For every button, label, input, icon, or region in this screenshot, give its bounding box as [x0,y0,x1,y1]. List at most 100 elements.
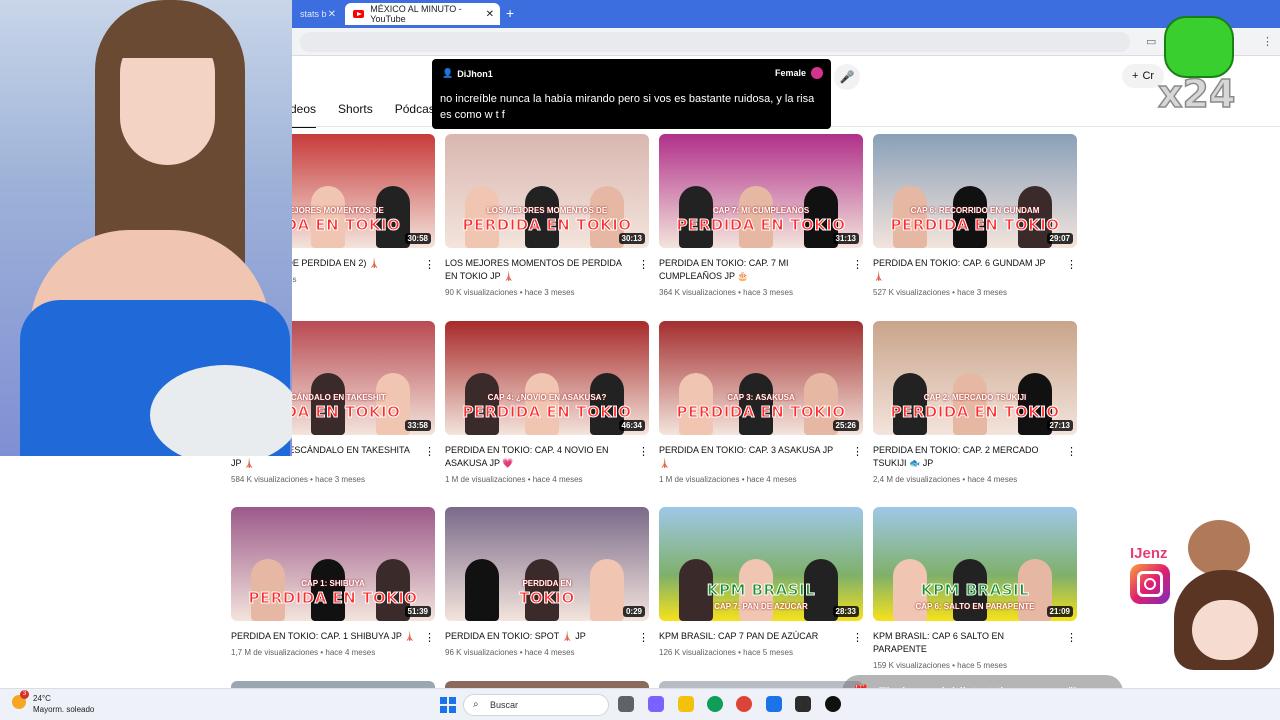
video-card[interactable]: PERDIDA EN TOKIO CAP 3: ASAKUSA 25:26 PERDI… [659,321,863,484]
video-title[interactable]: PERDIDA EN TOKIO: CAP. 3 ASAKUSA JP 🗼 [659,444,845,470]
voice-search-icon[interactable]: 🎤 [834,64,860,90]
webcam-bangs [112,8,222,58]
new-tab-button[interactable]: + [506,5,514,21]
teddy-bear-icon [1188,520,1250,576]
more-options-icon[interactable]: ⋮ [1066,445,1077,458]
video-title[interactable]: PERDIDA EN TOKIO: CAP. 6 GUNDAM JP 🗼 [873,257,1059,283]
video-thumbnail[interactable]: PERDIDA EN TOKIO CAP 7: MI CUMPLEAÑOS 31:1… [659,134,863,248]
tab-inactive[interactable]: stats b ✕ [292,3,342,25]
video-thumbnail[interactable]: PERDIDA EN TOKIO CAP 3: ASAKUSA 25:26 [659,321,863,435]
windows-start-icon[interactable] [440,697,456,713]
menu-icon[interactable]: ⋮ [1262,35,1273,48]
duration-badge: 30:13 [618,233,645,244]
more-options-icon[interactable]: ⋮ [638,258,649,271]
more-options-icon[interactable]: ⋮ [852,631,863,644]
thumbnail-subtitle: CAP 3: ASAKUSA [727,393,795,402]
terminal-icon[interactable] [795,696,811,712]
channel-tabs: deos Shorts Pódcasts [290,102,444,128]
store-icon[interactable] [766,696,782,712]
thumbnail-title: PERDIDA EN TOKIO [890,216,1060,235]
duration-badge: 27:13 [1046,420,1073,431]
plus-icon: + [1132,70,1139,82]
duration-badge: 31:13 [832,233,859,244]
more-options-icon[interactable]: ⋮ [424,631,435,644]
thumbnail-title: PERDIDA EN TOKIO [676,216,846,235]
video-thumbnail[interactable]: PERDIDA EN TOKIO LOS MEJORES MOMENTOS DE 3… [445,134,649,248]
video-card[interactable]: KPM BRASIL CAP 6: SALTO EN PARAPENTE 21:09… [873,507,1077,670]
green-blob-icon [1164,16,1234,78]
video-thumbnail[interactable]: PERDIDA EN TOKIO CAP 1: SHIBUYA 51:39 [231,507,435,621]
user-icon: 👤 [442,68,454,78]
video-card[interactable]: PERDIDA EN TOKIO LOS MEJORES MOMENTOS DE 3… [445,134,649,297]
search-icon: ⌕ [473,699,479,710]
thumbnail-title: PERDIDA EN TOKIO [248,589,418,608]
video-card[interactable]: PERDIDA EN TOKIO CAP 1: SHIBUYA 51:39 PERDI… [231,507,435,657]
tab-shorts[interactable]: Shorts [338,102,373,116]
video-card[interactable]: PERDIDA EN TOKIO CAP 4: ¿NOVIO EN ASAKUSA… [445,321,649,484]
video-title[interactable]: PERDIDA EN TOKIO: CAP. 2 MERCADO TSUKIJI… [873,444,1059,470]
instagram-icon [1130,564,1170,604]
video-card[interactable]: PERDIDA EN TOKIO CAP 7: MI CUMPLEAÑOS 31:1… [659,134,863,297]
chat-username: DiJhon1 [457,68,493,79]
cast-icon[interactable]: ▭ [1146,35,1156,48]
tab-active[interactable]: MÉXICO AL MINUTO - YouTube ✕ [345,3,500,25]
video-stats: 527 K visualizaciones • hace 3 meses [873,288,1007,297]
more-options-icon[interactable]: ⋮ [424,445,435,458]
more-options-icon[interactable]: ⋮ [1066,258,1077,271]
taskbar-search[interactable]: ⌕ Buscar [463,694,609,716]
more-options-icon[interactable]: ⋮ [1066,631,1077,644]
chrome-icon[interactable] [736,696,752,712]
thumbnail-subtitle: CAP 1: SHIBUYA [301,579,365,588]
video-thumbnail[interactable]: KPM BRASIL CAP 7: PAN DE AZÚCAR 28:33 [659,507,863,621]
thumbnail-title: TOKIO [519,589,575,608]
more-options-icon[interactable]: ⋮ [424,258,435,271]
weather-widget[interactable]: 3 24°C Mayorm. soleado [12,690,94,715]
chat-message-text: no increíble nunca la había mirando pero… [440,93,815,121]
video-thumbnail[interactable]: KPM BRASIL CAP 6: SALTO EN PARAPENTE 21:09 [873,507,1077,621]
thumbnail-subtitle: CAP 7: MI CUMPLEAÑOS [712,206,810,215]
video-stats: 364 K visualizaciones • hace 3 meses [659,288,793,297]
video-title[interactable]: LOS MEJORES MOMENTOS DE PERDIDA EN TOKIO… [445,257,631,283]
video-thumbnail[interactable]: PERDIDA EN TOKIO CAP 4: ¿NOVIO EN ASAKUSA… [445,321,649,435]
tab-close-icon[interactable]: ✕ [328,9,336,20]
video-thumbnail[interactable]: PERDIDA EN TOKIO CAP 2: MERCADO TSUKIJI 27… [873,321,1077,435]
task-view-icon[interactable] [618,696,634,712]
tab-active-label: MÉXICO AL MINUTO - YouTube [370,4,462,24]
webcam-plate [150,365,292,456]
video-card[interactable]: TOKIO PERDIDA EN 0:29 PERDIDA EN TOKIO: SPO… [445,507,649,657]
video-stats: 1 M de visualizaciones • hace 4 meses [659,475,797,484]
tab-close-icon[interactable]: ✕ [486,9,494,20]
video-title[interactable]: PERDIDA EN TOKIO: CAP. 4 NOVIO EN ASAKUS… [445,444,631,470]
file-explorer-icon[interactable] [678,696,694,712]
edge-icon[interactable] [707,696,723,712]
thumbnail-subtitle: CAP 6: RECORRIDO EN GUNDAM [910,206,1040,215]
thumbnail-title: PERDIDA EN TOKIO [462,216,632,235]
sticker-count: x24 [1157,71,1236,117]
video-title[interactable]: PERDIDA EN TOKIO: CAP. 1 SHIBUYA JP 🗼 [231,630,417,643]
video-thumbnail[interactable]: PERDIDA EN TOKIO CAP 6: RECORRIDO EN GUND… [873,134,1077,248]
duration-badge: 25:26 [832,420,859,431]
obs-icon[interactable] [825,696,841,712]
video-title[interactable]: PERDIDA EN TOKIO: CAP. 7 MI CUMPLEAÑOS J… [659,257,845,283]
taskbar: 3 24°C Mayorm. soleado ⌕ Buscar [0,688,1280,720]
youtube-favicon-icon [353,10,365,18]
video-title[interactable]: PERDIDA EN TOKIO: SPOT 🗼 JP [445,630,631,643]
more-options-icon[interactable]: ⋮ [852,258,863,271]
thumbnail-title: KPM BRASIL [706,581,816,600]
video-thumbnail[interactable]: TOKIO PERDIDA EN 0:29 [445,507,649,621]
video-card[interactable]: PERDIDA EN TOKIO CAP 6: RECORRIDO EN GUND… [873,134,1077,297]
video-title[interactable]: KPM BRASIL: CAP 7 PAN DE AZÚCAR [659,630,845,643]
thumbnail-title: PERDIDA EN TOKIO [676,403,846,422]
video-card[interactable]: KPM BRASIL CAP 7: PAN DE AZÚCAR 28:33 KPM B… [659,507,863,657]
video-title[interactable]: KPM BRASIL: CAP 6 SALTO EN PARAPENTE [873,630,1059,656]
more-options-icon[interactable]: ⋮ [638,445,649,458]
chat-message-overlay: 👤 DiJhon1 Female no increíble nunca la h… [432,59,831,129]
thumbnail-subtitle: LOS MEJORES MOMENTOS DE [486,206,608,215]
copilot-icon[interactable] [648,696,664,712]
more-options-icon[interactable]: ⋮ [638,631,649,644]
video-card[interactable]: PERDIDA EN TOKIO CAP 2: MERCADO TSUKIJI 27… [873,321,1077,484]
duration-badge: 21:09 [1046,606,1073,617]
more-options-icon[interactable]: ⋮ [852,445,863,458]
omnibox[interactable] [300,32,1130,52]
tab-videos[interactable]: deos [290,102,317,128]
